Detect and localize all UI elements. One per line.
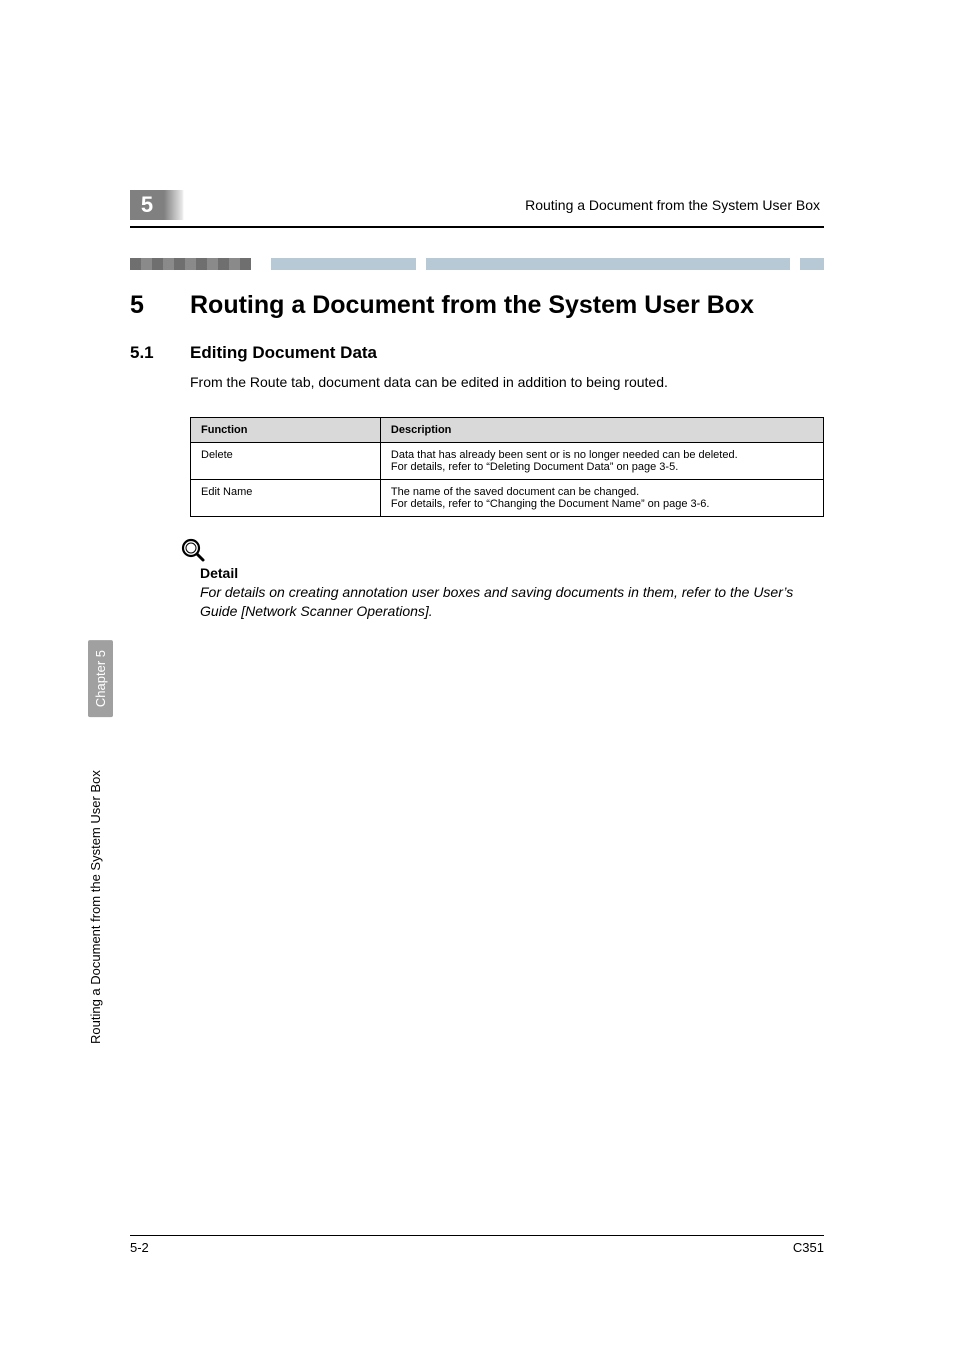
main-heading: 5 Routing a Document from the System Use… [130,290,824,321]
table-cell-function: Delete [191,442,381,479]
footer-page-number: 5-2 [130,1240,149,1255]
magnifier-icon [180,537,824,563]
page-header: 5 Routing a Document from the System Use… [130,190,824,220]
table-cell-description: The name of the saved document can be ch… [380,479,823,516]
table-cell-function: Edit Name [191,479,381,516]
table-cell-description: Data that has already been sent or is no… [380,442,823,479]
footer-model: C351 [793,1240,824,1255]
table-row: Edit Name The name of the saved document… [191,479,824,516]
decorative-separator [130,258,824,270]
detail-body: For details on creating annotation user … [200,583,824,621]
sidebar-section-label: Routing a Document from the System User … [88,737,103,1077]
chapter-number-badge: 5 [130,190,185,220]
running-title: Routing a Document from the System User … [185,197,824,213]
detail-label: Detail [200,565,824,581]
heading-title: Routing a Document from the System User … [190,290,754,321]
footer-rule [130,1235,824,1237]
subheading-number: 5.1 [130,343,190,363]
table-header-description: Description [380,417,823,442]
sub-heading: 5.1 Editing Document Data [130,343,824,363]
subheading-title: Editing Document Data [190,343,377,363]
function-table: Function Description Delete Data that ha… [190,417,824,517]
chapter-number: 5 [130,190,164,220]
table-row: Delete Data that has already been sent o… [191,442,824,479]
intro-paragraph: From the Route tab, document data can be… [190,373,824,393]
table-header-function: Function [191,417,381,442]
header-rule [130,226,824,228]
sidebar: Chapter 5 Routing a Document from the Sy… [88,640,113,1077]
page-footer: 5-2 C351 [130,1235,824,1256]
sidebar-chapter-badge: Chapter 5 [88,640,113,717]
heading-number: 5 [130,290,190,321]
